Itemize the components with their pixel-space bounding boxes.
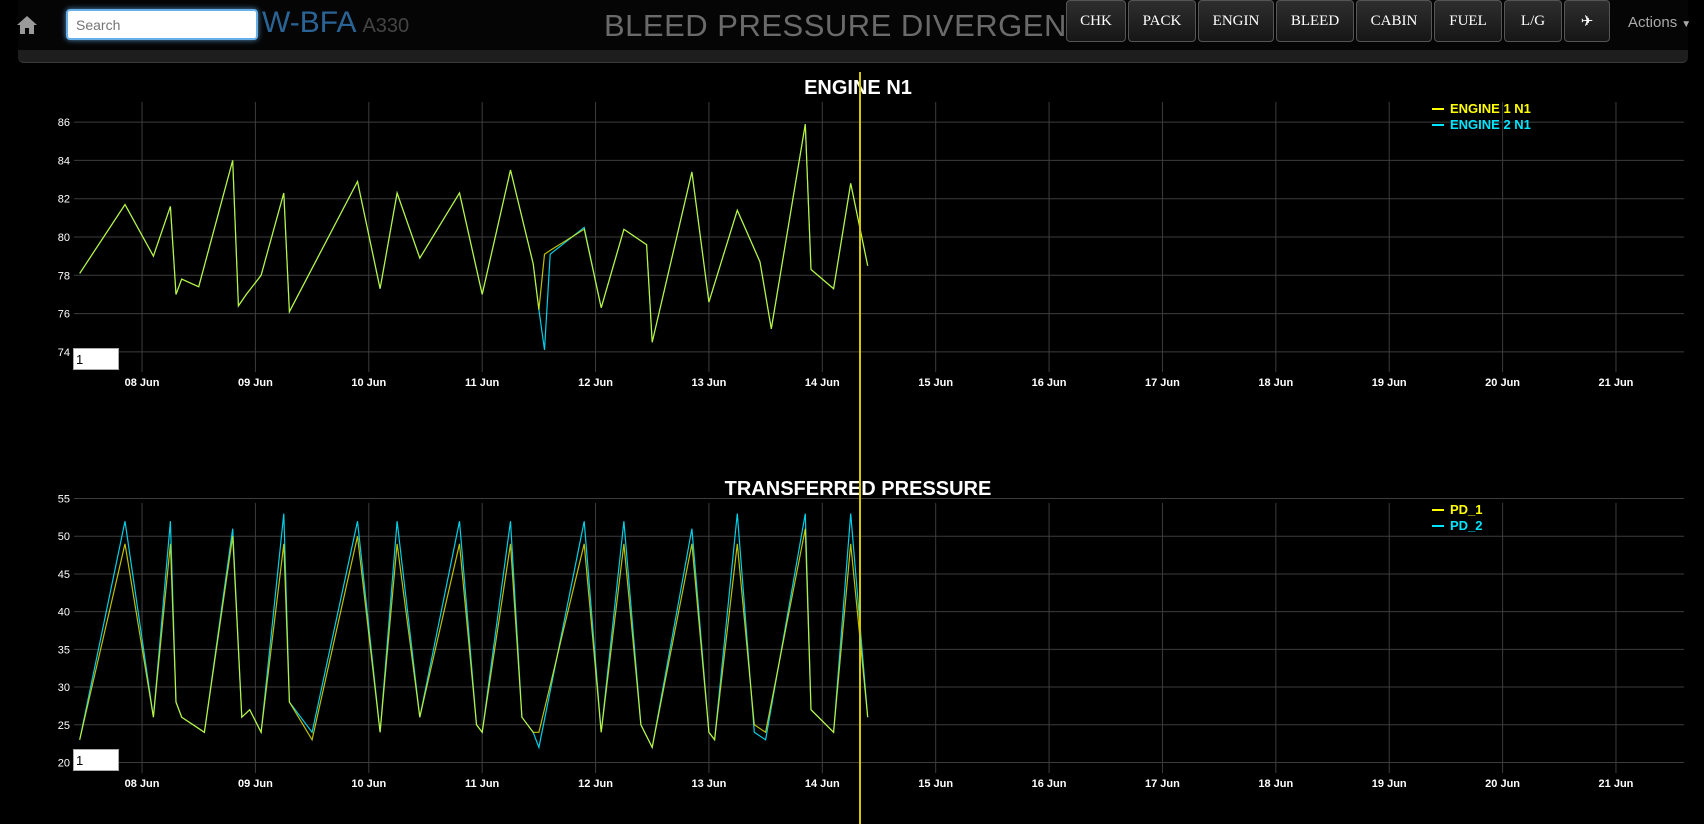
x-tick-label: 18 Jun: [1258, 377, 1293, 389]
legend-entry[interactable]: ENGINE 1 N1: [1450, 101, 1531, 116]
caret-down-icon: ▼: [1681, 19, 1692, 30]
nav-button-fuel[interactable]: FUEL: [1434, 0, 1502, 42]
series-line-pd-1: [79, 528, 869, 750]
x-tick-label: 17 Jun: [1145, 778, 1180, 790]
x-tick-label: 21 Jun: [1599, 377, 1634, 389]
x-tick-label: 19 Jun: [1372, 377, 1407, 389]
home-icon[interactable]: [14, 12, 40, 38]
x-tick-label: 11 Jun: [465, 377, 500, 389]
x-tick-label: 10 Jun: [351, 778, 386, 790]
system-nav-buttons: CHK PACK ENGIN BLEED CABIN FUEL L/G ✈: [1066, 0, 1612, 42]
legend-entry[interactable]: PD_2: [1450, 518, 1483, 533]
legend-entry[interactable]: PD_1: [1450, 502, 1483, 517]
engine-n1-chart: ENGINE N1 08 Jun 09 Jun 10 Jun 11 Jun 12 Jun 1…: [58, 77, 1684, 389]
nav-button-landing-gear[interactable]: L/G: [1504, 0, 1562, 42]
aircraft-registration: W-BFA A330: [262, 6, 409, 40]
y-tick-label: 74: [58, 347, 70, 359]
aircraft-icon[interactable]: ✈: [1564, 0, 1610, 42]
x-tick-label: 18 Jun: [1258, 778, 1293, 790]
series-line-engine-1-n1: [79, 124, 869, 343]
x-tick-label: 15 Jun: [918, 778, 953, 790]
y-tick-label: 78: [58, 270, 70, 282]
x-tick-label: 14 Jun: [805, 778, 840, 790]
x-tick-label: 10 Jun: [351, 377, 386, 389]
y-tick-label: 86: [58, 117, 70, 129]
y-tick-label: 45: [58, 569, 70, 581]
legend-entry[interactable]: ENGINE 2 N1: [1450, 117, 1531, 132]
nav-button-engin[interactable]: ENGIN: [1198, 0, 1274, 42]
x-tick-label: 20 Jun: [1485, 778, 1520, 790]
time-cursor-line[interactable]: [859, 72, 861, 824]
x-tick-label: 11 Jun: [465, 778, 500, 790]
x-tick-label: 09 Jun: [238, 778, 273, 790]
aircraft-type-label: A330: [362, 15, 410, 37]
page-title: BLEED PRESSURE DIVERGENCE: [604, 8, 1066, 43]
y-tick-label: 25: [58, 720, 70, 732]
y-tick-label: 40: [58, 607, 70, 619]
registration-label: W-BFA: [262, 6, 357, 39]
nav-button-pack[interactable]: PACK: [1128, 0, 1196, 42]
transferred-pressure-chart: TRANSFERRED PRESSURE 08 Jun 09 Jun 10 Jun 11…: [58, 478, 1684, 790]
engine-n1-zoom-input[interactable]: [73, 348, 119, 370]
x-tick-label: 12 Jun: [578, 778, 613, 790]
x-tick-label: 14 Jun: [805, 377, 840, 389]
y-tick-label: 35: [58, 644, 70, 656]
nav-button-cabin[interactable]: CABIN: [1356, 0, 1432, 42]
chart-title-1: TRANSFERRED PRESSURE: [725, 478, 992, 500]
y-tick-label: 80: [58, 232, 70, 244]
actions-label: Actions: [1628, 14, 1678, 31]
x-tick-label: 17 Jun: [1145, 377, 1180, 389]
search-input[interactable]: [66, 9, 258, 40]
y-tick-label: 20: [58, 757, 70, 769]
y-tick-label: 50: [58, 531, 70, 543]
x-tick-label: 20 Jun: [1485, 377, 1520, 389]
chart-title-0: ENGINE N1: [804, 77, 912, 99]
transferred-pressure-zoom-input[interactable]: [73, 749, 119, 771]
y-tick-label: 82: [58, 194, 70, 206]
x-tick-label: 13 Jun: [691, 778, 726, 790]
x-tick-label: 09 Jun: [238, 377, 273, 389]
y-tick-label: 84: [58, 155, 70, 167]
x-tick-label: 08 Jun: [125, 778, 160, 790]
x-tick-label: 15 Jun: [918, 377, 953, 389]
x-tick-label: 13 Jun: [691, 377, 726, 389]
x-tick-label: 19 Jun: [1372, 778, 1407, 790]
x-tick-label: 21 Jun: [1599, 778, 1634, 790]
y-tick-label: 30: [58, 682, 70, 694]
x-tick-label: 16 Jun: [1032, 377, 1067, 389]
actions-dropdown[interactable]: Actions ▼: [1628, 14, 1691, 31]
nav-button-bleed[interactable]: BLEED: [1276, 0, 1354, 42]
series-line-pd-2: [79, 513, 869, 750]
x-tick-label: 12 Jun: [578, 377, 613, 389]
y-tick-label: 76: [58, 309, 70, 321]
y-tick-label: 55: [58, 494, 70, 506]
x-tick-label: 16 Jun: [1032, 778, 1067, 790]
nav-button-chk[interactable]: CHK: [1066, 0, 1126, 42]
x-tick-label: 08 Jun: [125, 377, 160, 389]
